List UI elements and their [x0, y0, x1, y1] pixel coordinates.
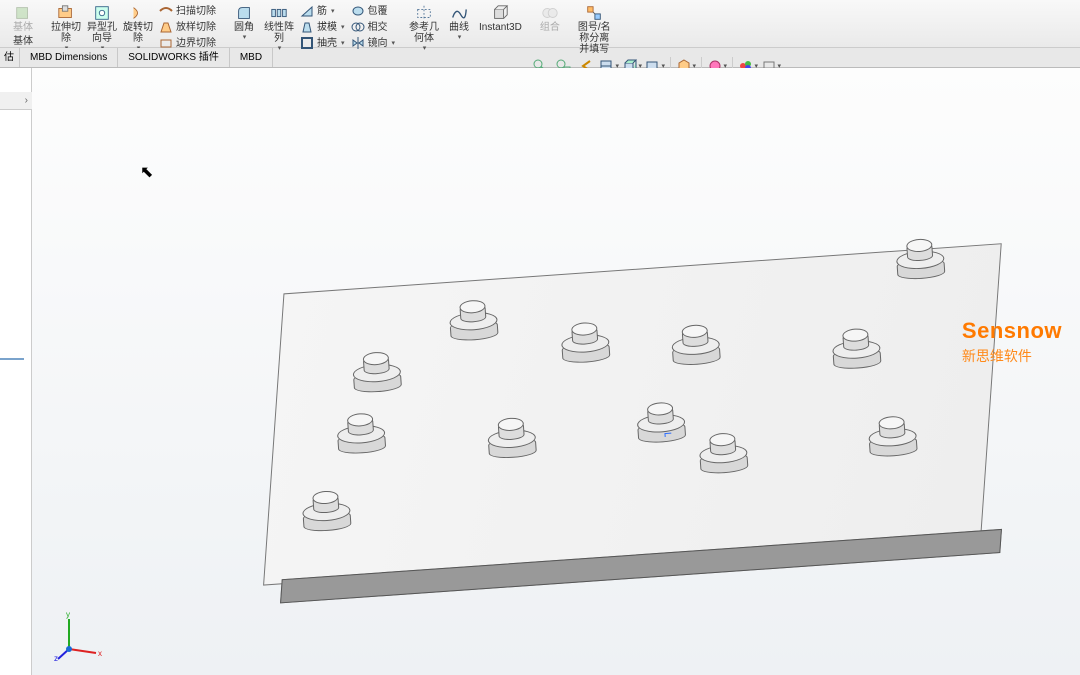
instant3d-button[interactable]: Instant3D	[476, 3, 525, 45]
intersect-icon	[351, 20, 365, 34]
draft-button[interactable]: 拔模	[297, 19, 348, 35]
tab-mbd-dimensions[interactable]: MBD Dimensions	[20, 48, 118, 67]
tab-solidworks-addins[interactable]: SOLIDWORKS 插件	[118, 48, 230, 67]
revolved-cut-button[interactable]: 旋转切 除	[120, 3, 156, 45]
ribbon-group-split: 图号/名 称分离 并填写	[572, 1, 617, 47]
axis-z-label: z	[54, 654, 58, 661]
draft-icon	[300, 20, 314, 34]
swept-cut-button[interactable]: 扫描切除	[156, 3, 219, 19]
panel-splitter[interactable]	[0, 358, 24, 360]
model-part[interactable]: ⌐	[260, 202, 1043, 614]
ribbon: 基体 基体 拉伸切 除 异型孔 向导 旋转切 除 扫描切除 放样切除 边界切除 …	[0, 0, 1080, 48]
ribbon-group-base: 基体 基体	[3, 1, 43, 47]
ribbon-group-ref: 参考几 何体 曲线 Instant3D	[403, 1, 528, 47]
ribbon-group-features: 圆角 线性阵 列 筋 拔模 抽壳 包覆 相交 镜向	[224, 1, 401, 47]
shell-icon	[300, 36, 314, 50]
watermark-brand: Sensnow	[962, 318, 1062, 344]
watermark: Sensnow 新思维软件	[962, 318, 1062, 366]
mirror-button[interactable]: 镜向	[348, 35, 399, 51]
cut-extrude-icon	[57, 4, 75, 22]
loft-cut-icon	[159, 20, 173, 34]
curves-icon	[450, 4, 468, 22]
extruded-cut-button[interactable]: 拉伸切 除	[48, 3, 84, 45]
intersect-button[interactable]: 相交	[348, 19, 399, 35]
rib-icon	[300, 4, 314, 18]
combine-button: 组合	[533, 3, 567, 34]
ribbon-group-cut: 拉伸切 除 异型孔 向导 旋转切 除 扫描切除 放样切除 边界切除	[45, 1, 222, 47]
wrap-icon	[351, 4, 365, 18]
cube-icon	[14, 4, 32, 22]
feature-manager-collapsed	[0, 68, 32, 675]
origin-marker: ⌐	[663, 425, 672, 442]
graphics-viewport[interactable]: ⌐ x y z	[32, 68, 1080, 675]
lofted-cut-button[interactable]: 放样切除	[156, 19, 219, 35]
linear-pattern-icon	[270, 4, 288, 22]
watermark-sub: 新思维软件	[962, 346, 1062, 366]
ribbon-group-combine: 组合	[530, 1, 570, 47]
rib-button[interactable]: 筋	[297, 3, 348, 19]
reference-geometry-button[interactable]: 参考几 何体	[406, 3, 442, 45]
axis-y-label: y	[66, 611, 70, 619]
ref-geometry-icon	[415, 4, 433, 22]
wrap-button[interactable]: 包覆	[348, 3, 399, 19]
fillet-button[interactable]: 圆角	[227, 3, 261, 45]
view-triad[interactable]: x y z	[54, 611, 104, 661]
sweep-cut-icon	[159, 4, 173, 18]
tab-evaluate[interactable]: 估	[0, 48, 20, 67]
shell-button[interactable]: 抽壳	[297, 35, 348, 51]
hole-wizard-button[interactable]: 异型孔 向导	[84, 3, 120, 45]
instant3d-icon	[491, 4, 509, 22]
linear-pattern-button[interactable]: 线性阵 列	[261, 3, 297, 45]
axis-x-label: x	[98, 649, 102, 658]
mouse-cursor-icon: ⬉	[140, 162, 153, 182]
cut-revolve-icon	[129, 4, 147, 22]
feature-manager-expand-button[interactable]	[0, 92, 32, 110]
mirror-icon	[351, 36, 365, 50]
split-name-icon	[585, 4, 603, 22]
combine-icon	[541, 4, 559, 22]
hole-wizard-icon	[93, 4, 111, 22]
tab-mbd[interactable]: MBD	[230, 48, 273, 67]
curves-button[interactable]: 曲线	[442, 3, 476, 45]
extruded-boss-button: 基体	[6, 3, 40, 34]
split-name-button[interactable]: 图号/名 称分离 并填写	[575, 3, 614, 56]
fillet-icon	[235, 4, 253, 22]
